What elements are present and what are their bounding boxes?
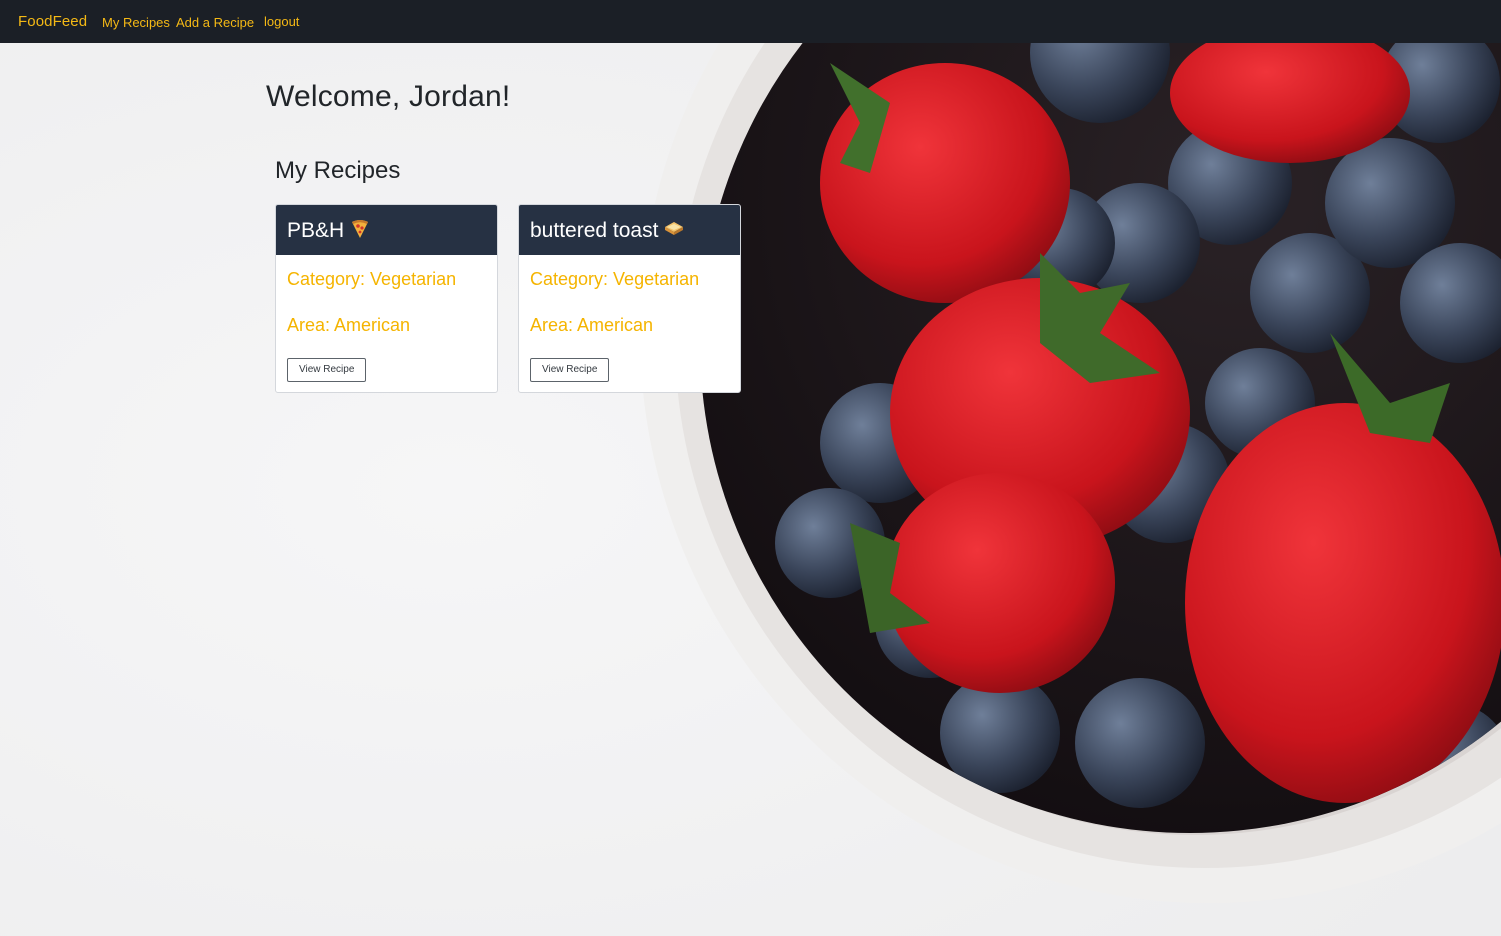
recipe-title-wrap: buttered toast	[530, 218, 685, 243]
recipe-category: Category: Vegetarian	[287, 269, 457, 289]
nav-add-recipe[interactable]: Add a Recipe	[176, 15, 254, 30]
recipe-area: Area: American	[530, 315, 654, 335]
my-recipes-heading: My Recipes	[275, 157, 401, 184]
recipe-card-header: PB&H	[276, 205, 497, 255]
welcome-heading: Welcome, Jordan!	[266, 80, 511, 113]
sandwich-icon	[663, 218, 685, 240]
view-recipe-button[interactable]: View Recipe	[287, 358, 367, 382]
view-recipe-button[interactable]: View Recipe	[530, 358, 610, 382]
recipe-card-header: buttered toast	[519, 205, 740, 255]
top-navbar: FoodFeed My Recipes Add a Recipe logout	[0, 0, 1501, 43]
nav-logout[interactable]: logout	[264, 14, 299, 29]
recipe-card: PB&H Category: Vegetarian Area: American…	[275, 204, 498, 393]
recipe-title: PB&H	[287, 219, 345, 242]
recipe-category: Category: Vegetarian	[530, 269, 700, 289]
brand-logo-link[interactable]: FoodFeed	[18, 13, 87, 30]
recipe-card: buttered toast Category: Vegetarian Area…	[518, 204, 741, 393]
recipe-title-wrap: PB&H	[287, 218, 371, 243]
background-photo	[0, 43, 1501, 936]
pizza-icon	[349, 218, 371, 240]
nav-my-recipes[interactable]: My Recipes	[102, 15, 170, 30]
recipe-title: buttered toast	[530, 219, 659, 242]
recipe-area: Area: American	[287, 315, 411, 335]
